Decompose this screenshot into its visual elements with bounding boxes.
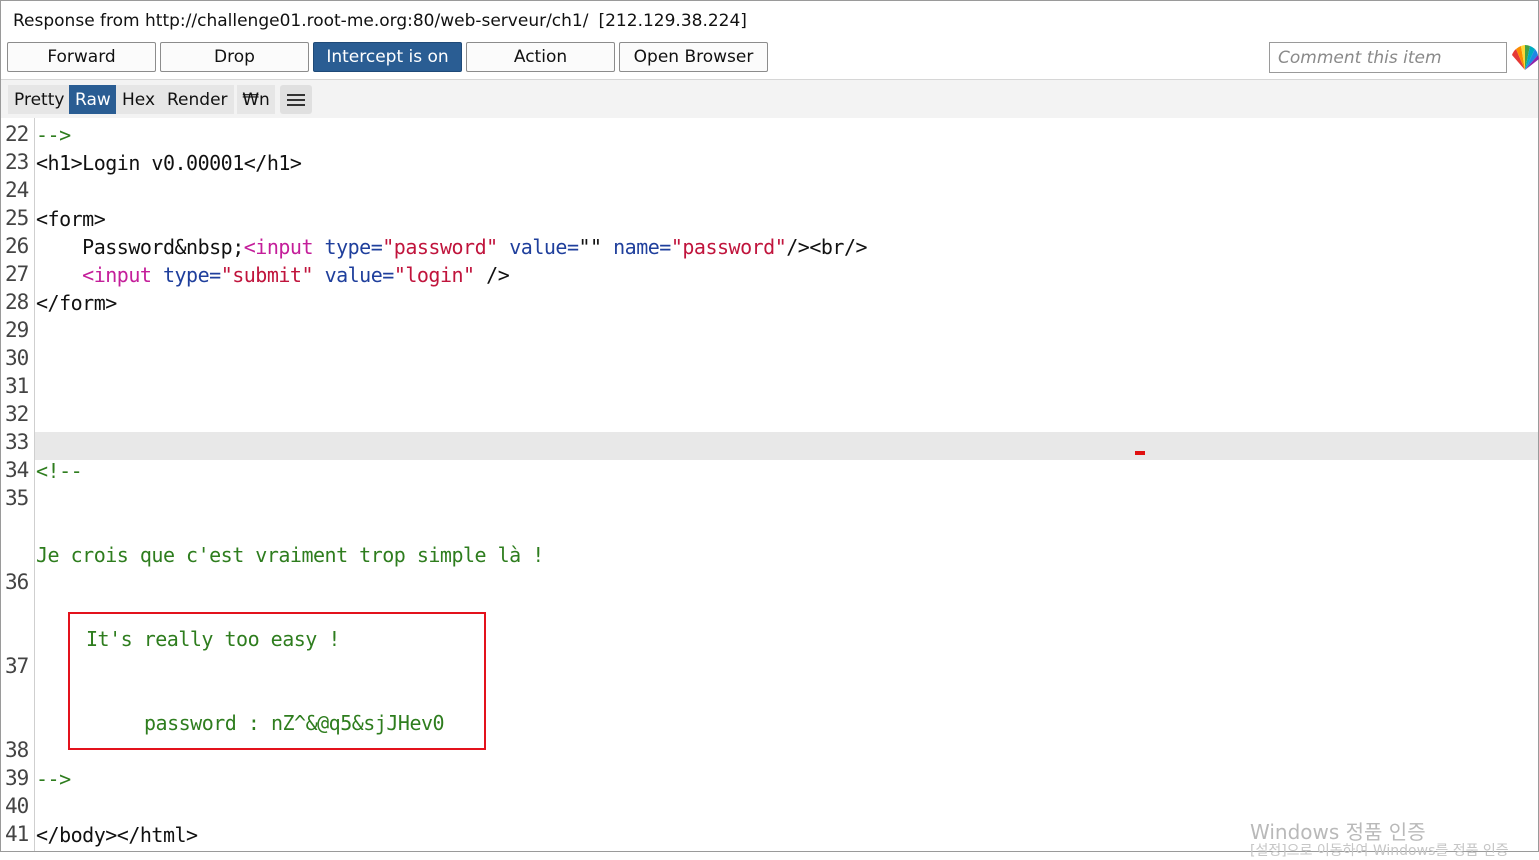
response-ip: [212.129.38.224] xyxy=(598,11,747,31)
response-title: Response from http://challenge01.root-me… xyxy=(13,11,747,31)
code-line: </body></html> xyxy=(36,823,198,847)
line-number: 25 xyxy=(5,206,29,230)
highlight-color-icon[interactable] xyxy=(1511,43,1539,73)
line-number: 27 xyxy=(5,262,29,286)
code-line: </form> xyxy=(36,291,117,315)
code-line: --> xyxy=(36,123,71,147)
action-button[interactable]: Action xyxy=(466,42,615,72)
hamburger-icon xyxy=(287,93,305,106)
newline-toggle-button[interactable]: ₩n xyxy=(237,85,275,114)
comment-french: Je crois que c'est vraiment trop simple … xyxy=(36,543,544,567)
code-line: <!-- xyxy=(36,459,83,483)
forward-button[interactable]: Forward xyxy=(7,42,156,72)
intercept-toggle-button[interactable]: Intercept is on xyxy=(313,42,462,72)
view-tab-bar: Pretty Raw Hex Render xyxy=(1,80,1538,118)
line-number: 33 xyxy=(5,430,29,454)
code-line: <input type="submit" value="login" /> xyxy=(82,263,510,287)
tab-pretty[interactable]: Pretty xyxy=(8,85,71,114)
line-number: 24 xyxy=(5,178,29,202)
tab-hex[interactable]: Hex xyxy=(116,85,162,114)
response-editor[interactable]: 22 23 24 25 26 27 28 29 30 31 32 33 34 3… xyxy=(1,118,1538,851)
cursor-marker xyxy=(1135,451,1145,455)
intercept-toolbar: Response from http://challenge01.root-me… xyxy=(1,1,1539,80)
password-highlight-box xyxy=(68,612,486,750)
line-number: 37 xyxy=(5,654,29,678)
line-number: 35 xyxy=(5,486,29,510)
comment-input[interactable] xyxy=(1269,42,1507,73)
line-number: 38 xyxy=(5,738,29,762)
open-browser-button[interactable]: Open Browser xyxy=(619,42,768,72)
line-number: 23 xyxy=(5,150,29,174)
line-number: 41 xyxy=(5,822,29,846)
line-number: 39 xyxy=(5,766,29,790)
line-number: 30 xyxy=(5,346,29,370)
tab-render[interactable]: Render xyxy=(161,85,234,114)
code-line: <h1>Login v0.00001</h1> xyxy=(36,151,302,175)
code-line: Password&nbsp;<input type="password" val… xyxy=(82,235,868,259)
menu-icon[interactable] xyxy=(280,85,312,114)
line-number: 29 xyxy=(5,318,29,342)
code-line: <form> xyxy=(36,207,106,231)
line-number: 26 xyxy=(5,234,29,258)
line-number: 36 xyxy=(5,570,29,594)
drop-button[interactable]: Drop xyxy=(160,42,309,72)
line-number: 40 xyxy=(5,794,29,818)
code-line: --> xyxy=(36,767,71,791)
line-number: 32 xyxy=(5,402,29,426)
line-number: 22 xyxy=(5,122,29,146)
tab-raw[interactable]: Raw xyxy=(69,85,117,114)
line-number: 31 xyxy=(5,374,29,398)
gutter-divider xyxy=(34,118,35,851)
response-url: Response from http://challenge01.root-me… xyxy=(13,11,589,31)
windows-activation-subtitle: [설정]으로 이동하여 Windows를 정품 인증 xyxy=(1250,843,1509,859)
line-number: 34 xyxy=(5,458,29,482)
line-number: 28 xyxy=(5,290,29,314)
current-line-highlight xyxy=(35,432,1538,460)
